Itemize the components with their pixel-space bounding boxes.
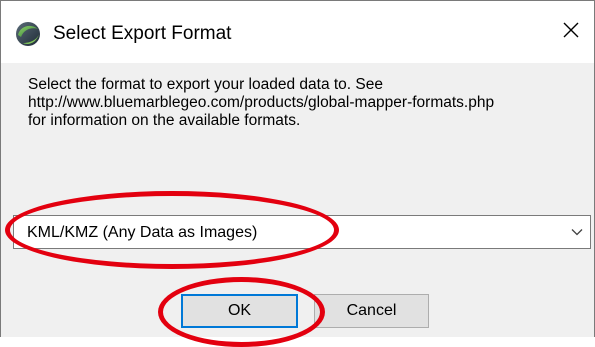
message-line: Select the format to export your loaded … xyxy=(28,76,383,93)
export-format-dialog: Select Export Format Select the format t… xyxy=(0,0,595,347)
global-mapper-globe-icon xyxy=(15,21,41,47)
format-select[interactable]: KML/KMZ (Any Data as Images) xyxy=(13,215,591,249)
selected-format-value: KML/KMZ (Any Data as Images) xyxy=(27,224,258,241)
cancel-button[interactable]: Cancel xyxy=(314,294,429,328)
close-icon xyxy=(563,22,579,43)
instruction-message: Select the format to export your loaded … xyxy=(28,76,568,130)
close-button[interactable] xyxy=(553,15,589,49)
ok-button[interactable]: OK xyxy=(181,294,298,328)
message-line: for information on the available formats… xyxy=(28,112,301,129)
formats-url-text: http://www.bluemarblegeo.com/products/gl… xyxy=(28,94,495,111)
dialog-title: Select Export Format xyxy=(53,23,232,44)
title-bar[interactable]: Select Export Format xyxy=(1,1,594,63)
chevron-down-icon xyxy=(570,225,584,239)
